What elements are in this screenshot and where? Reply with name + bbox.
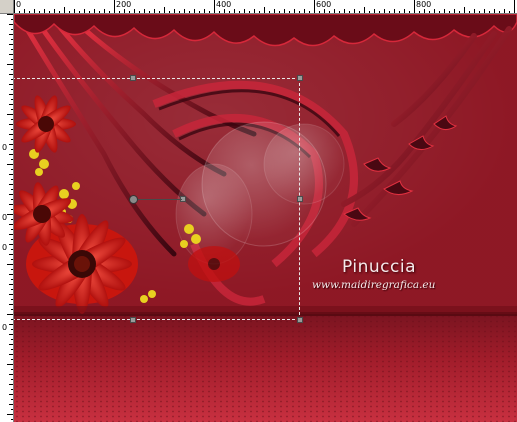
top-center-handle[interactable]	[130, 75, 136, 81]
watermark-url: www.maidiregrafica.eu	[312, 279, 436, 291]
vertical-ruler[interactable]: 0 0 0 0	[0, 14, 14, 422]
ruler-left-label: 0	[2, 323, 8, 332]
ruler-corner	[0, 0, 14, 14]
watermark-name: Pinuccia	[342, 257, 416, 277]
ruler-left-label: 0	[2, 243, 8, 252]
image-canvas[interactable]: Pinuccia www.maidiregrafica.eu	[14, 14, 517, 422]
top-right-handle[interactable]	[297, 75, 303, 81]
bottom-center-handle[interactable]	[130, 317, 136, 323]
ruler-top-label: 400	[216, 0, 232, 9]
ruler-top-label: 600	[316, 0, 332, 9]
horizontal-ruler[interactable]: 0 200 400 600 800	[14, 0, 517, 14]
rotation-pivot-icon[interactable]	[129, 195, 138, 204]
horizontal-ruler-ticks	[14, 0, 515, 13]
ruler-left-label: 0	[2, 213, 8, 222]
bottom-right-handle[interactable]	[297, 317, 303, 323]
ruler-top-label: 200	[116, 0, 132, 9]
ruler-left-label: 0	[2, 143, 8, 152]
rotation-arm	[136, 199, 182, 200]
ruler-top-label: 0	[16, 0, 22, 9]
middle-right-handle[interactable]	[297, 196, 303, 202]
ruler-top-label: 800	[416, 0, 432, 9]
